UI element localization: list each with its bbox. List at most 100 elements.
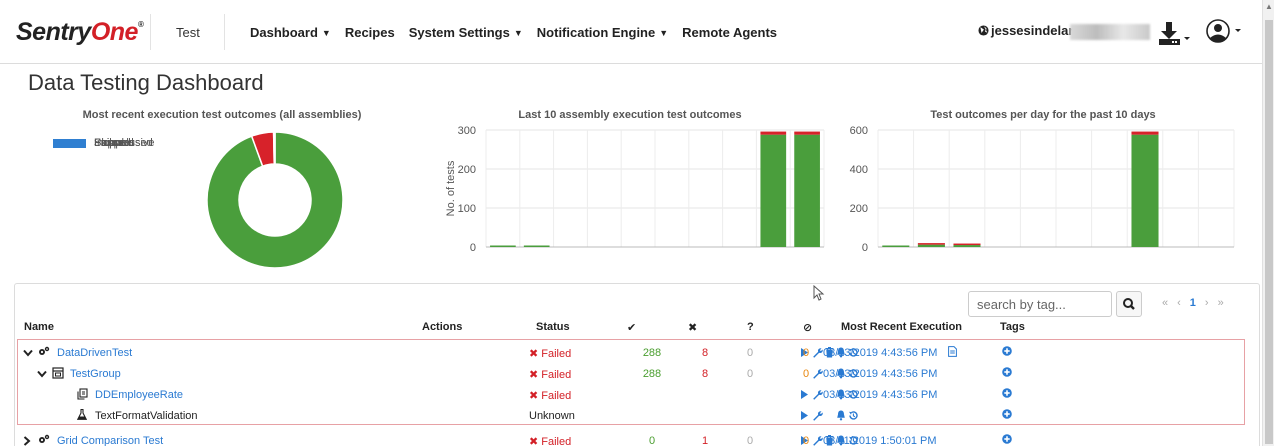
history-icon[interactable]: [848, 410, 858, 421]
failed-count[interactable]: 8: [699, 368, 711, 380]
row-actions: [424, 368, 858, 379]
redacted-text: [1070, 24, 1150, 40]
search-button[interactable]: [1116, 291, 1142, 317]
passed-count[interactable]: 0: [641, 435, 663, 446]
table-row[interactable]: TestGroup ✖ Failed 288 8 0 0 03/13/2019 4:43:5…: [17, 363, 1247, 384]
scrollbar-thumb[interactable]: [1265, 20, 1273, 444]
column-header-failed[interactable]: ✖: [688, 321, 697, 334]
nav-system-settings[interactable]: System Settings ▼: [409, 25, 523, 40]
suppressed-count[interactable]: 0: [800, 368, 812, 380]
add-tag-icon[interactable]: [1002, 434, 1012, 446]
add-tag-icon[interactable]: [1002, 388, 1012, 401]
column-header-passed[interactable]: ✔: [627, 321, 636, 334]
failed-count[interactable]: 8: [699, 347, 711, 359]
table-row[interactable]: DDEmployeeRate ✖ Failed 03/13/2019 4:43:56…: [17, 384, 1247, 405]
y-tick-label: 300: [458, 125, 476, 137]
status-badge: ✖ Failed: [529, 369, 572, 381]
assembly-name-link[interactable]: DDEmployeeRate: [95, 389, 183, 401]
column-header-suppressed[interactable]: ⊘: [803, 321, 812, 334]
edit-wrench-icon[interactable]: [812, 435, 823, 446]
bar-passed-3[interactable]: [953, 245, 981, 247]
bar-failed-8[interactable]: [1131, 131, 1159, 135]
status-badge: ✖ Failed: [529, 390, 572, 402]
pager-last[interactable]: »: [1218, 297, 1224, 309]
sentryone-logo[interactable]: SentryOne®: [16, 18, 144, 47]
most-recent-execution-link[interactable]: 03/13/2019 4:43:56 PM: [823, 389, 937, 401]
run-icon[interactable]: [800, 389, 809, 400]
nav-label: Remote Agents: [682, 25, 778, 40]
bar-failed-2[interactable]: [917, 243, 945, 245]
table-row[interactable]: DataDrivenTest ✖ Failed 288 8 0 0 03/13/2019 4…: [17, 342, 1247, 363]
download-menu[interactable]: [1158, 20, 1194, 46]
vertical-scrollbar[interactable]: ▲: [1262, 0, 1274, 446]
pager-first[interactable]: «: [1162, 297, 1168, 309]
caret-down-icon: ▼: [321, 28, 331, 38]
pager-prev[interactable]: ‹: [1177, 297, 1181, 309]
run-icon[interactable]: [800, 410, 809, 421]
add-tag-icon[interactable]: [1002, 367, 1012, 380]
assembly-name-link[interactable]: TestGroup: [70, 368, 121, 380]
column-header-name[interactable]: Name: [24, 321, 54, 333]
legend-label: Skipped: [94, 137, 134, 150]
chevron-down-icon[interactable]: [37, 369, 47, 381]
bar-passed-1[interactable]: [882, 245, 910, 248]
flask-icon: [76, 408, 88, 423]
edit-wrench-icon[interactable]: [812, 389, 823, 400]
user-menu[interactable]: jessesindelar: [978, 23, 1073, 38]
failed-count[interactable]: 1: [699, 435, 711, 446]
assembly-name-link: TextFormatValidation: [95, 410, 198, 422]
bar-passed-9[interactable]: [760, 134, 787, 247]
donut-chart: [206, 131, 344, 269]
edit-wrench-icon[interactable]: [812, 347, 823, 358]
edit-wrench-icon[interactable]: [812, 410, 823, 421]
bar-passed-1[interactable]: [490, 245, 516, 248]
suppressed-count[interactable]: 0: [800, 347, 812, 359]
suppressed-count[interactable]: 0: [800, 435, 812, 446]
table-row[interactable]: TextFormatValidation Unknown: [17, 405, 1247, 426]
y-tick-label: 0: [862, 242, 868, 254]
add-tag-icon[interactable]: [1002, 346, 1012, 359]
scroll-up-icon[interactable]: ▲: [1265, 2, 1273, 11]
most-recent-execution-link[interactable]: 03/11/2019 1:50:01 PM: [823, 435, 937, 446]
donut-slice-inconclusive[interactable]: [272, 131, 276, 165]
edit-wrench-icon[interactable]: [812, 368, 823, 379]
most-recent-execution-link[interactable]: 03/13/2019 4:43:56 PM: [823, 368, 937, 380]
assembly-name-link[interactable]: Grid Comparison Test: [57, 435, 163, 446]
row-actions: [424, 410, 858, 421]
inconclusive-count[interactable]: 0: [744, 435, 756, 446]
globe-icon: [978, 25, 989, 36]
column-header-most-recent-execution[interactable]: Most Recent Execution: [841, 321, 962, 333]
y-tick-label: 600: [850, 125, 868, 137]
account-menu[interactable]: [1206, 19, 1246, 45]
notification-bell-icon[interactable]: [836, 410, 846, 421]
chevron-down-icon[interactable]: [23, 348, 33, 360]
pager-current-page[interactable]: 1: [1190, 297, 1196, 309]
tag-search-input[interactable]: [968, 291, 1112, 317]
column-header-status[interactable]: Status: [536, 321, 570, 333]
cogs-icon: [38, 346, 50, 359]
nav-remote-agents[interactable]: Remote Agents: [682, 25, 777, 40]
bar-failed-10[interactable]: [794, 131, 820, 135]
assembly-name-link[interactable]: DataDrivenTest: [57, 347, 132, 359]
bar-passed-2[interactable]: [917, 244, 945, 247]
inconclusive-count[interactable]: 0: [744, 347, 756, 359]
bar-passed-8[interactable]: [1131, 134, 1159, 247]
most-recent-execution-link[interactable]: 03/13/2019 4:43:56 PM: [823, 347, 937, 359]
pager-next[interactable]: ›: [1205, 297, 1209, 309]
table-row[interactable]: Grid Comparison Test ✖ Failed 0 1 0 0 03/11/20…: [17, 430, 1247, 446]
bar-passed-2[interactable]: [523, 245, 550, 248]
inconclusive-count[interactable]: 0: [744, 368, 756, 380]
column-header-inconclusive[interactable]: ?: [747, 321, 754, 333]
report-file-icon[interactable]: [948, 346, 957, 360]
bar-failed-9[interactable]: [760, 131, 787, 135]
nav-notification-engine[interactable]: Notification Engine ▼: [537, 25, 668, 40]
nav-recipes[interactable]: Recipes: [345, 25, 395, 40]
bar-passed-10[interactable]: [794, 134, 820, 247]
passed-count[interactable]: 288: [641, 347, 663, 359]
chevron-right-icon[interactable]: [23, 436, 31, 446]
passed-count[interactable]: 288: [641, 368, 663, 380]
nav-dashboard[interactable]: Dashboard ▼: [250, 25, 331, 40]
add-tag-icon[interactable]: [1002, 409, 1012, 422]
column-header-actions: Actions: [422, 321, 463, 333]
bar-failed-3[interactable]: [953, 243, 981, 246]
